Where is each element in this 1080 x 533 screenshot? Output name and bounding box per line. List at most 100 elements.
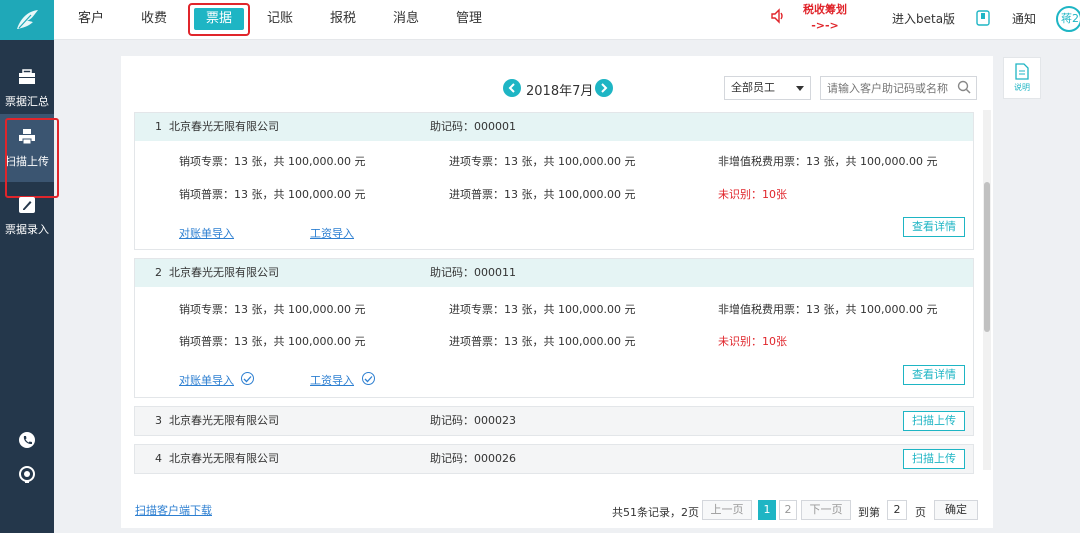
- non-vat-invoices: 非增值税费用票：13 张，共 100,000.00 元: [718, 155, 938, 168]
- company-code: 助记码：000026: [430, 445, 516, 473]
- page-1-button[interactable]: 1: [758, 500, 776, 520]
- invoice-panel: 2018年7月 全部员工 1 北京春光无限有限公司 助记码：000001 销项专…: [121, 56, 993, 528]
- scrollbar[interactable]: [983, 110, 991, 470]
- sales-special-invoices: 销项专票：13 张，共 100,000.00 元: [179, 303, 366, 316]
- employee-select[interactable]: 全部员工: [724, 76, 811, 100]
- code-value: 000026: [474, 452, 516, 465]
- nav-tab-management[interactable]: 管理: [456, 0, 482, 40]
- input-normal-invoices: 进项普票：13 张，共 100,000.00 元: [449, 335, 636, 348]
- edit-icon: [17, 195, 37, 215]
- company-card-collapsed: 3 北京春光无限有限公司 助记码：000023 扫描上传: [134, 406, 974, 436]
- avatar[interactable]: 蒋2: [1056, 6, 1080, 32]
- nav-tab-customers[interactable]: 客户: [78, 0, 104, 40]
- company-index: 2: [155, 266, 162, 279]
- statement-import-link[interactable]: 对账单导入: [179, 372, 234, 388]
- tax-planning-link[interactable]: 税收筹划 ->->: [803, 2, 847, 34]
- input-special-invoices: 进项专票：13 张，共 100,000.00 元: [449, 303, 636, 316]
- company-card-header: 3 北京春光无限有限公司 助记码：000023 扫描上传: [135, 407, 973, 435]
- code-prefix: 助记码：: [430, 120, 474, 133]
- search-input[interactable]: [820, 76, 977, 100]
- company-name: 3 北京春光无限有限公司: [155, 407, 279, 435]
- notifications-link[interactable]: 通知: [1012, 0, 1036, 38]
- company-name-text: 北京春光无限有限公司: [169, 266, 279, 279]
- record-count: 共51条记录，2页: [612, 506, 699, 519]
- tax-planning-arrow: ->->: [811, 19, 839, 32]
- prev-page-button[interactable]: 上一页: [702, 500, 752, 520]
- unrecognized-count: 未识别：10张: [718, 188, 787, 201]
- page-2-button[interactable]: 2: [779, 500, 797, 520]
- app-logo[interactable]: [0, 0, 54, 40]
- chevron-left-icon: [508, 83, 515, 93]
- scan-upload-button[interactable]: 扫描上传: [903, 411, 965, 431]
- phone-icon[interactable]: [17, 430, 37, 450]
- help-button[interactable]: 说明: [1003, 57, 1041, 99]
- sidebar-item-invoice-entry[interactable]: 票据录入: [0, 182, 54, 250]
- nav-tab-fees[interactable]: 收费: [141, 0, 167, 40]
- sidebar: 票据汇总 扫描上传 票据录入: [0, 0, 59, 533]
- next-page-button[interactable]: 下一页: [801, 500, 851, 520]
- goto-confirm-button[interactable]: 确定: [934, 500, 978, 520]
- code-value: 000023: [474, 414, 516, 427]
- company-card-header: 4 北京春光无限有限公司 助记码：000026 扫描上传: [135, 445, 973, 473]
- company-card: 1 北京春光无限有限公司 助记码：000001 销项专票：13 张，共 100,…: [134, 112, 974, 250]
- goto-page-input[interactable]: 2: [887, 500, 907, 520]
- company-card: 2 北京春光无限有限公司 助记码：000011 销项专票：13 张，共 100,…: [134, 258, 974, 398]
- caret-down-icon: [796, 86, 804, 91]
- salary-import-link[interactable]: 工资导入: [310, 225, 354, 241]
- code-value: 000001: [474, 120, 516, 133]
- prev-month-button[interactable]: [503, 79, 521, 97]
- company-index: 1: [155, 120, 162, 133]
- company-name: 1 北京春光无限有限公司: [155, 113, 279, 141]
- code-prefix: 助记码：: [430, 452, 474, 465]
- nav-tab-messages[interactable]: 消息: [393, 0, 419, 40]
- sales-normal-invoices: 销项普票：13 张，共 100,000.00 元: [179, 335, 366, 348]
- scanner-client-download-link[interactable]: 扫描客户端下载: [135, 502, 212, 518]
- tax-planning-label: 税收筹划: [803, 3, 847, 16]
- sales-special-invoices: 销项专票：13 张，共 100,000.00 元: [179, 155, 366, 168]
- view-details-button[interactable]: 查看详情: [903, 365, 965, 385]
- help-label: 说明: [1014, 83, 1030, 92]
- sidebar-item-label: 扫描上传: [5, 155, 49, 168]
- sales-normal-invoices: 销项普票：13 张，共 100,000.00 元: [179, 188, 366, 201]
- scan-upload-button[interactable]: 扫描上传: [903, 449, 965, 469]
- company-name-text: 北京春光无限有限公司: [169, 414, 279, 427]
- company-name-text: 北京春光无限有限公司: [169, 120, 279, 133]
- code-prefix: 助记码：: [430, 266, 474, 279]
- company-card-collapsed: 4 北京春光无限有限公司 助记码：000026 扫描上传: [134, 444, 974, 474]
- employee-select-value: 全部员工: [731, 81, 775, 94]
- next-month-button[interactable]: [595, 79, 613, 97]
- company-index: 3: [155, 414, 162, 427]
- view-details-button[interactable]: 查看详情: [903, 217, 965, 237]
- top-nav: 客户 收费 票据 记账 报税 消息 管理 税收筹划 ->-> 进入beta版 通…: [54, 0, 1080, 40]
- document-icon: [1015, 63, 1029, 80]
- feather-logo-icon: [17, 10, 38, 29]
- company-code: 助记码：000001: [430, 113, 516, 141]
- company-code: 助记码：000023: [430, 407, 516, 435]
- nav-tab-bookkeeping[interactable]: 记账: [267, 0, 293, 40]
- goto-label: 到第: [858, 506, 880, 519]
- search-icon[interactable]: [957, 80, 971, 97]
- scrollbar-thumb[interactable]: [984, 182, 990, 332]
- code-prefix: 助记码：: [430, 414, 474, 427]
- bookmark-icon[interactable]: [976, 10, 990, 29]
- sidebar-item-invoice-summary[interactable]: 票据汇总: [0, 54, 54, 122]
- company-name: 2 北京春光无限有限公司: [155, 259, 279, 287]
- company-card-header: 1 北京春光无限有限公司 助记码：000001: [135, 113, 973, 141]
- briefcase-icon: [17, 67, 37, 87]
- sidebar-item-label: 票据汇总: [5, 95, 49, 108]
- sidebar-item-scan-upload[interactable]: 扫描上传: [0, 114, 59, 198]
- page-unit-label: 页: [915, 506, 926, 519]
- headset-icon[interactable]: [17, 464, 37, 484]
- nav-tab-tax-filing[interactable]: 报税: [330, 0, 356, 40]
- printer-icon: [17, 127, 37, 147]
- company-index: 4: [155, 452, 162, 465]
- nav-tab-invoices[interactable]: 票据: [194, 8, 245, 30]
- input-special-invoices: 进项专票：13 张，共 100,000.00 元: [449, 155, 636, 168]
- sidebar-item-label: 票据录入: [5, 223, 49, 236]
- speaker-icon[interactable]: [770, 8, 786, 27]
- salary-import-link[interactable]: 工资导入: [310, 372, 354, 388]
- company-name: 4 北京春光无限有限公司: [155, 445, 279, 473]
- beta-version-link[interactable]: 进入beta版: [892, 0, 955, 38]
- statement-import-link[interactable]: 对账单导入: [179, 225, 234, 241]
- current-month: 2018年7月: [526, 84, 594, 99]
